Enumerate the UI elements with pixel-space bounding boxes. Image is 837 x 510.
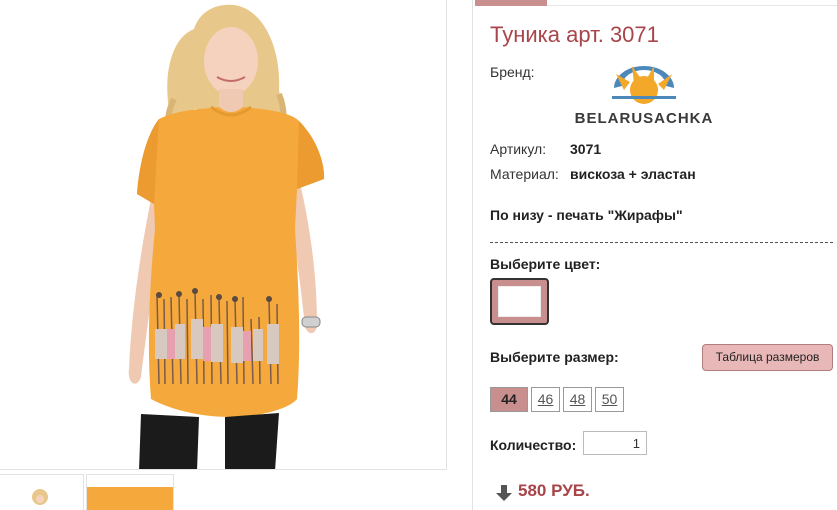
- size-option-46[interactable]: 46: [531, 387, 560, 412]
- tab-accent: [475, 0, 547, 6]
- thumbnail-1-image: [32, 489, 48, 505]
- color-label: Выберите цвет:: [490, 256, 601, 272]
- product-note: По низу - печать "Жирафы": [490, 207, 683, 223]
- size-option-50[interactable]: 50: [595, 387, 624, 412]
- quantity-label: Количество:: [490, 437, 577, 453]
- product-photo: [128, 4, 325, 469]
- color-swatch-white[interactable]: [490, 278, 549, 325]
- size-option-48[interactable]: 48: [563, 387, 592, 412]
- article-value: 3071: [570, 141, 602, 157]
- thumbnail-strip: [0, 474, 449, 510]
- product-info-panel: Туника арт. 3071 Бренд: BELARUSACHKA Арт…: [472, 0, 837, 510]
- down-arrow-icon: [496, 485, 512, 501]
- material-label: Материал:: [490, 166, 559, 182]
- size-option-44[interactable]: 44: [490, 387, 528, 412]
- size-table-button[interactable]: Таблица размеров: [702, 344, 833, 371]
- product-photo-frame[interactable]: [0, 0, 447, 470]
- thumbnail-2-image: [87, 487, 173, 510]
- product-title: Туника арт. 3071: [490, 22, 659, 47]
- brand-name: BELARUSACHKA: [574, 110, 714, 127]
- price-value: 580 РУБ.: [518, 481, 590, 500]
- thumbnail-2[interactable]: [86, 474, 174, 510]
- color-swatch-fill: [498, 286, 541, 317]
- material-value: вискоза + эластан: [570, 166, 696, 182]
- thumbnail-1[interactable]: [0, 474, 84, 510]
- article-label: Артикул:: [490, 141, 547, 157]
- size-label: Выберите размер:: [490, 349, 619, 365]
- top-divider: [547, 5, 837, 6]
- quantity-input[interactable]: [583, 431, 647, 455]
- dotted-divider: [490, 242, 833, 243]
- brand-label: Бренд:: [490, 64, 535, 80]
